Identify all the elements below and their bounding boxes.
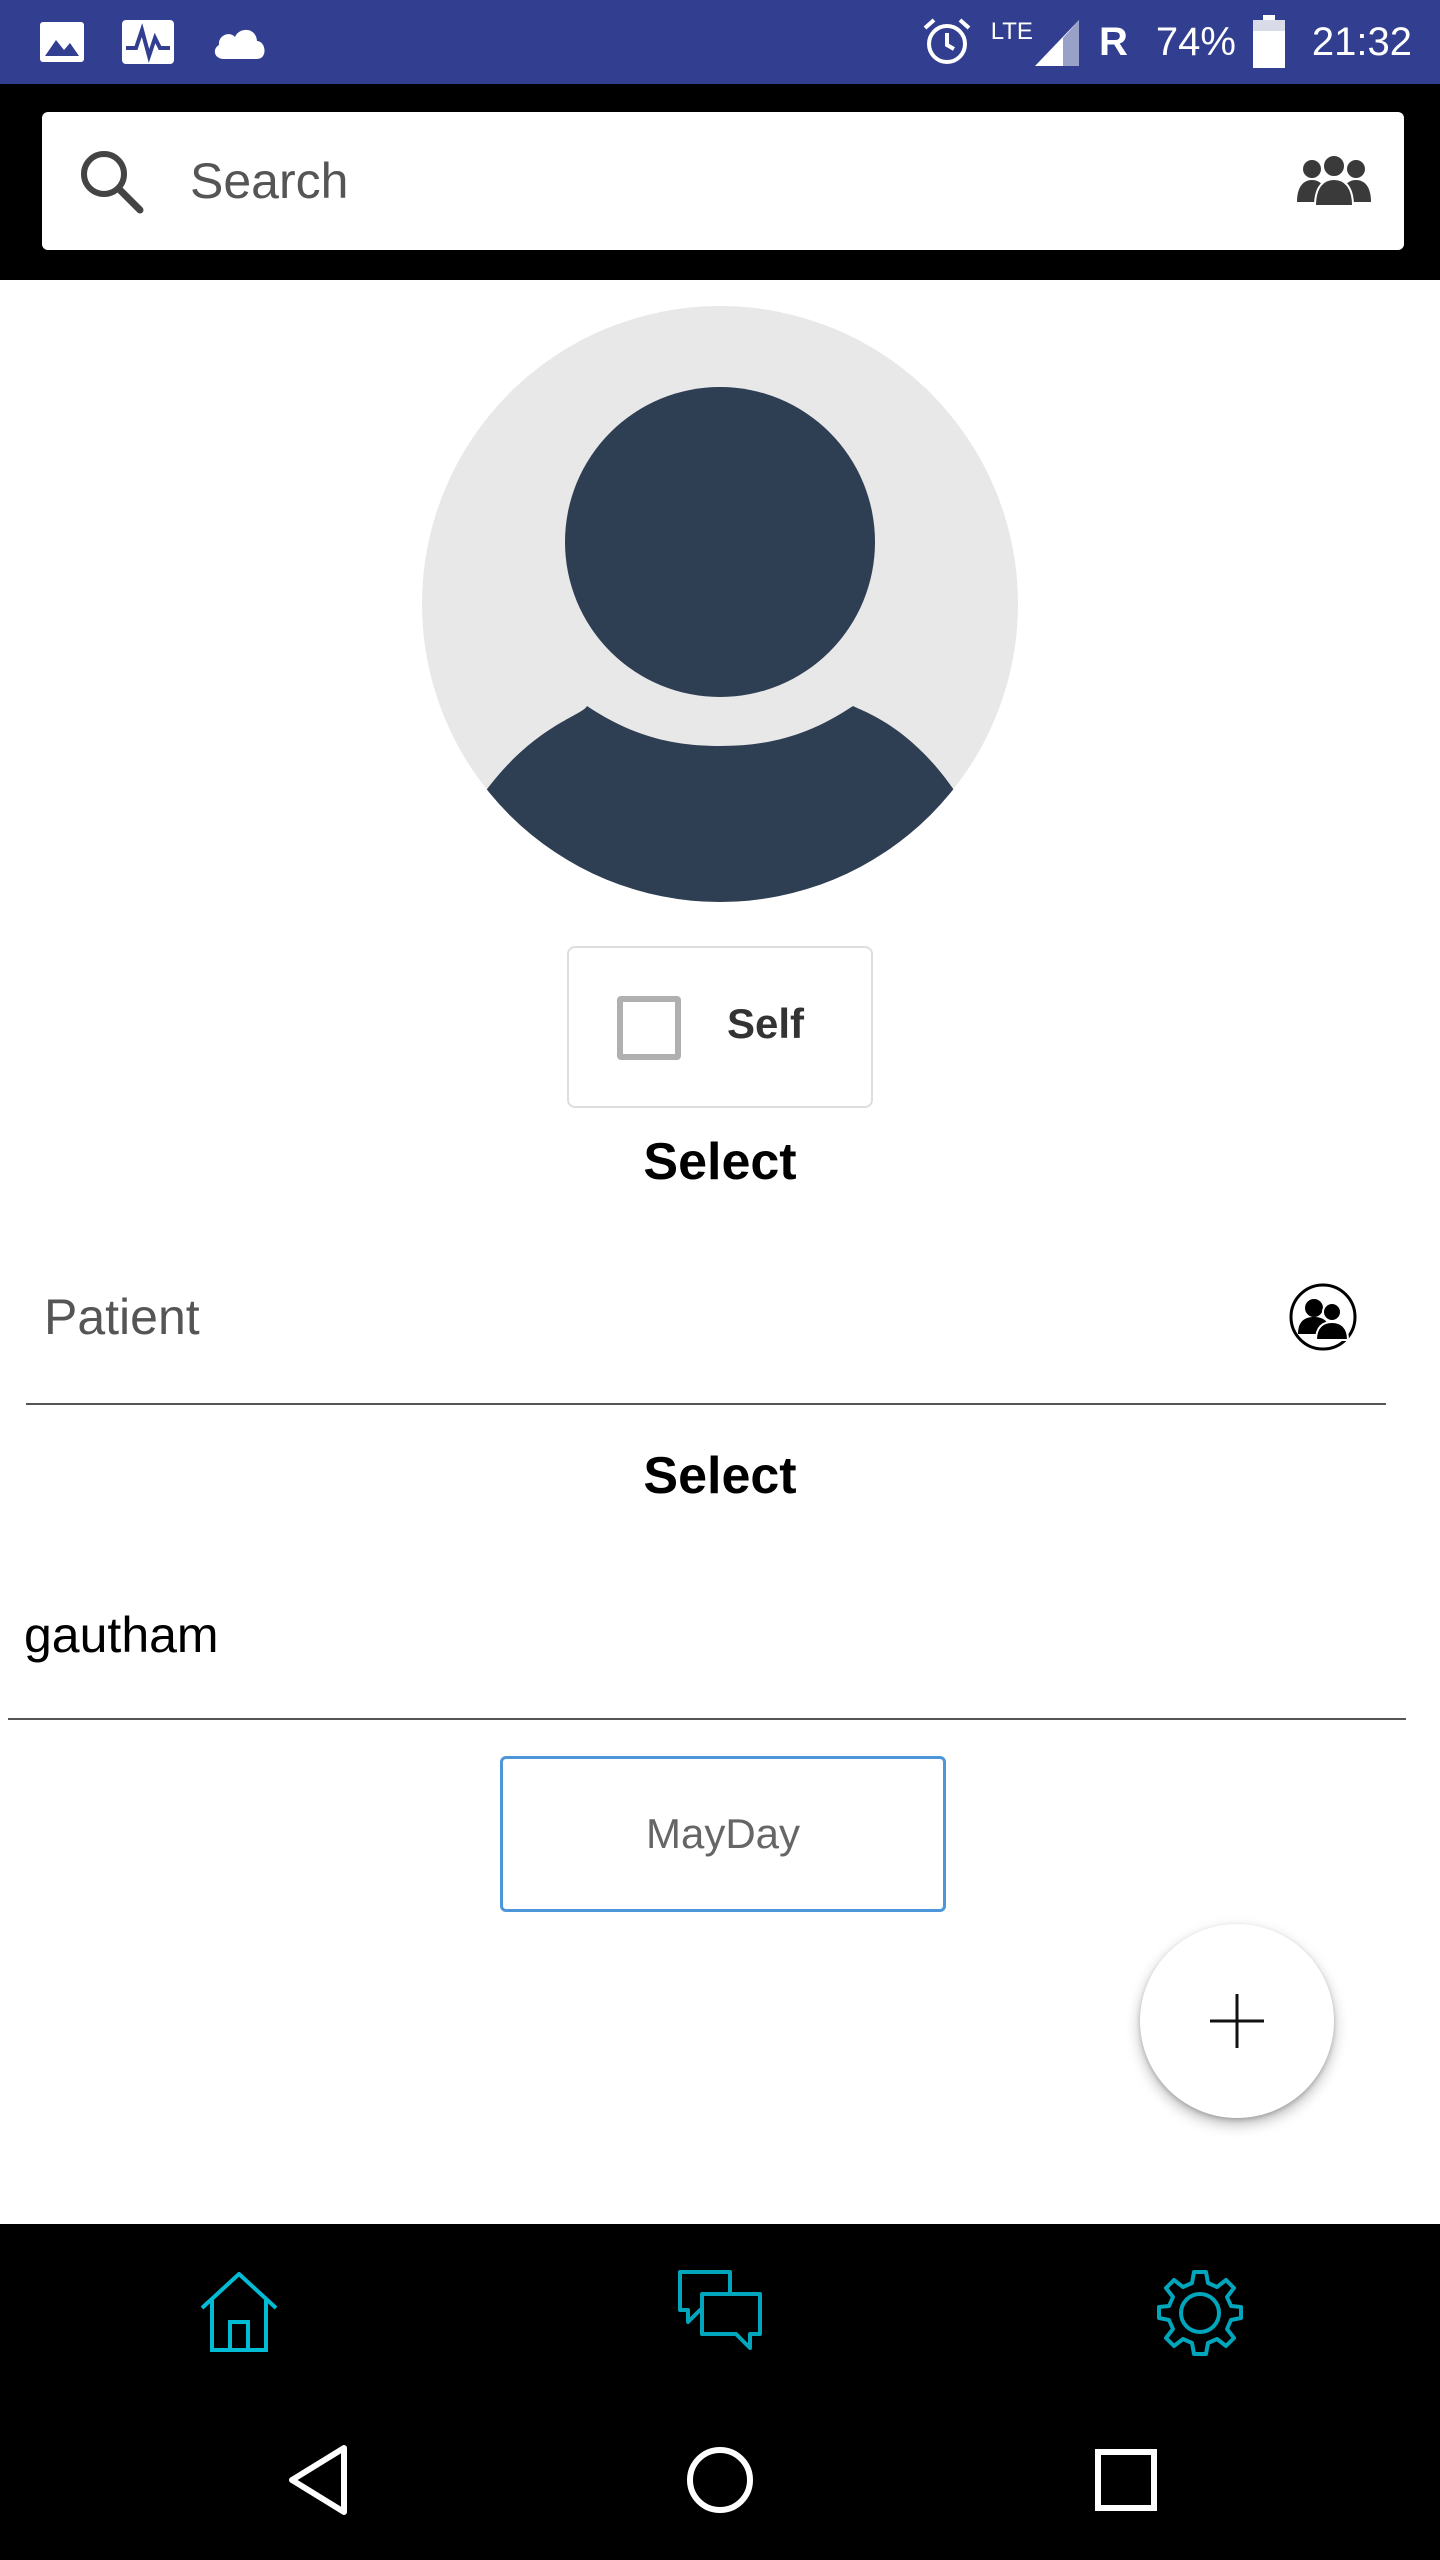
- alarm-icon: [923, 18, 971, 64]
- status-bar: LTE R 74% 21:32: [0, 0, 1440, 84]
- add-button[interactable]: [1140, 1924, 1334, 2118]
- recents-icon[interactable]: [1086, 2440, 1166, 2520]
- select-heading-2: Select: [643, 1447, 797, 1505]
- self-checkbox-box[interactable]: [617, 996, 681, 1060]
- cloud-icon: [214, 29, 265, 59]
- notification-icons: [38, 16, 270, 68]
- plus-icon: [1210, 1994, 1264, 2048]
- search-icon[interactable]: [76, 146, 146, 216]
- home-circle-icon[interactable]: [680, 2440, 760, 2520]
- system-nav-bar: [0, 2398, 1440, 2560]
- image-icon: [40, 22, 84, 62]
- self-checkbox[interactable]: Self: [567, 946, 873, 1108]
- patient-divider: [26, 1403, 1386, 1405]
- chat-icon[interactable]: [676, 2266, 766, 2356]
- bottom-nav: [0, 2224, 1440, 2398]
- mayday-button[interactable]: MayDay: [500, 1756, 946, 1912]
- search-bar[interactable]: [42, 112, 1404, 250]
- gear-icon[interactable]: [1155, 2266, 1245, 2356]
- back-icon[interactable]: [280, 2440, 360, 2520]
- clock: 21:32: [1311, 19, 1412, 64]
- signal-icon: [1034, 20, 1079, 66]
- battery-icon: [1252, 15, 1285, 68]
- name-value[interactable]: gautham: [24, 1606, 219, 1664]
- search-header: [0, 84, 1440, 280]
- network-type: LTE: [990, 18, 1033, 45]
- user-avatar-icon: [482, 387, 958, 902]
- home-icon[interactable]: [194, 2266, 284, 2356]
- name-divider: [8, 1718, 1406, 1720]
- contacts-icon[interactable]: [1288, 1282, 1358, 1352]
- select-heading: Select: [643, 1133, 797, 1191]
- self-checkbox-label: Self: [727, 1000, 805, 1047]
- roaming-indicator: R: [1098, 19, 1128, 64]
- profile-avatar[interactable]: [422, 306, 1018, 902]
- patient-label: Patient: [44, 1289, 200, 1345]
- group-icon[interactable]: [1296, 152, 1372, 208]
- system-status: LTE R 74% 21:32: [921, 15, 1412, 68]
- battery-percent: 74%: [1155, 19, 1236, 64]
- pulse-icon: [122, 20, 174, 64]
- search-input[interactable]: [190, 112, 1190, 250]
